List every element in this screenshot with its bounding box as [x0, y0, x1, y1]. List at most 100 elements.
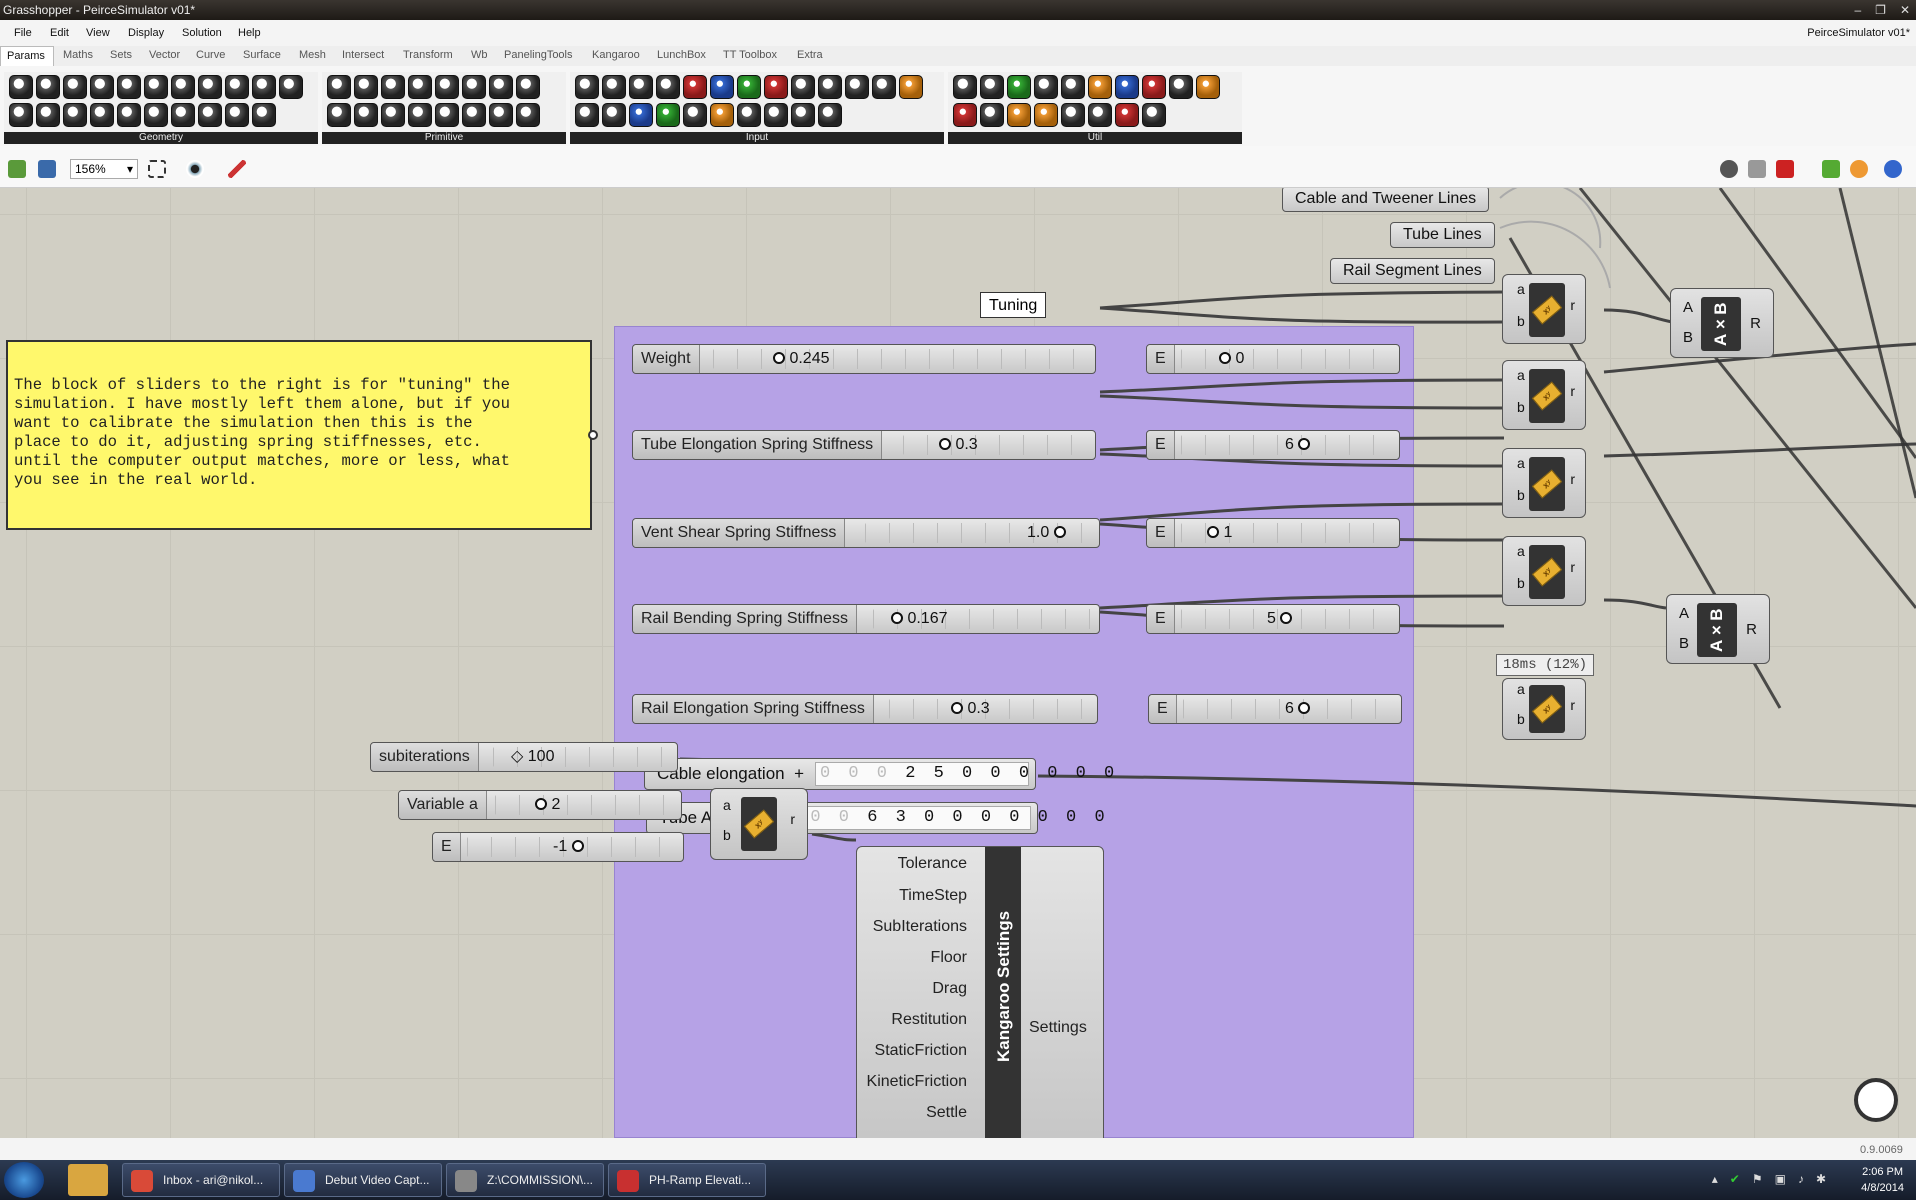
show-hidden-icon[interactable]: ▴ [1712, 1172, 1718, 1186]
tab-tt-toolbox[interactable]: TT Toolbox [723, 49, 777, 61]
zoom-dropdown[interactable]: 156% ▾ [70, 159, 138, 179]
atom-data-icon[interactable] [872, 75, 896, 99]
loop-icon[interactable] [225, 103, 249, 127]
slider-rail-elongation[interactable]: Rail Elongation Spring Stiffness 0.3 [632, 694, 1098, 724]
slider-tube-elongation[interactable]: Tube Elongation Spring Stiffness 0.3 [632, 430, 1096, 460]
zoom-extents-icon[interactable] [148, 160, 166, 178]
param-rail-segment-lines[interactable]: Rail Segment Lines [1330, 258, 1495, 284]
tab-lunchbox[interactable]: LunchBox [657, 49, 706, 61]
custom-preview-icon[interactable] [1142, 75, 1166, 99]
geometry-icon[interactable] [9, 75, 33, 99]
data-dam-icon[interactable] [980, 75, 1004, 99]
shaded-preview-icon[interactable] [1776, 160, 1794, 178]
group-icon[interactable] [36, 103, 60, 127]
taskbar-item-rhino[interactable]: Z:\COMMISSION\... [446, 1163, 604, 1197]
md-slider-icon[interactable] [899, 75, 923, 99]
panel-icon[interactable] [602, 75, 626, 99]
shp-icon[interactable] [818, 103, 842, 127]
power-component[interactable]: a b xʸ r [1502, 536, 1586, 606]
tab-kangaroo[interactable]: Kangaroo [592, 49, 640, 61]
number-icon[interactable] [327, 103, 351, 127]
input-settle[interactable]: Settle [926, 1104, 967, 1122]
input-subiterations[interactable]: SubIterations [873, 918, 967, 936]
circle-icon[interactable] [36, 75, 60, 99]
taskbar-item-pdf[interactable]: PH-Ramp Elevati... [608, 1163, 766, 1197]
param-cable-tweener-lines[interactable]: Cable and Tweener Lines [1282, 188, 1490, 212]
text-icon[interactable] [354, 103, 378, 127]
slider-icon[interactable] [629, 75, 653, 99]
tab-wb[interactable]: Wb [471, 49, 488, 61]
vector-icon[interactable] [9, 103, 33, 127]
boolean-icon[interactable] [327, 75, 351, 99]
tab-transform[interactable]: Transform [403, 49, 453, 61]
input-tolerance[interactable]: Tolerance [898, 855, 967, 873]
quick-graph-icon[interactable] [1034, 103, 1058, 127]
panel-output-port[interactable] [588, 430, 598, 440]
data-recorder-icon[interactable] [1196, 75, 1220, 99]
tab-surface[interactable]: Surface [243, 49, 281, 61]
guid-icon[interactable] [435, 103, 459, 127]
slider-weight[interactable]: Weight 0.245 [632, 344, 1096, 374]
volume-icon[interactable]: ♪ [1798, 1172, 1804, 1186]
legend-icon[interactable] [1088, 75, 1112, 99]
text-tag-icon[interactable] [1061, 103, 1085, 127]
slider-knob-icon[interactable] [535, 798, 547, 810]
gradient-icon[interactable] [683, 75, 707, 99]
brep-icon[interactable] [117, 75, 141, 99]
hoopsnake-icon[interactable] [1034, 75, 1058, 99]
slider-knob-icon[interactable] [1298, 702, 1311, 714]
calendar-icon[interactable] [710, 75, 734, 99]
flag-icon[interactable]: ⚑ [1752, 1172, 1763, 1186]
plane-icon[interactable] [252, 75, 276, 99]
curve-icon[interactable] [198, 75, 222, 99]
menu-display[interactable]: Display [128, 27, 164, 39]
rectangle-icon[interactable] [171, 103, 195, 127]
slider-track[interactable] [1181, 349, 1393, 369]
menu-edit[interactable]: Edit [50, 27, 69, 39]
img-icon[interactable] [791, 103, 815, 127]
file-explorer-icon[interactable] [68, 1164, 108, 1196]
slider-knob-icon[interactable] [773, 352, 785, 364]
shader-icon[interactable] [489, 75, 513, 99]
kangaroo-settings-component[interactable]: Tolerance TimeStep SubIterations Floor D… [856, 846, 1104, 1138]
taskbar-item-debut[interactable]: Debut Video Capt... [284, 1163, 442, 1197]
grasshopper-canvas[interactable]: Tuning The block of sliders to the right… [0, 188, 1916, 1138]
data-icon[interactable] [516, 103, 540, 127]
digit-scroller-tube-angle[interactable]: Tube Angle + 0 0 0 6 3 0 0 0 0 0 0 0 [646, 802, 1105, 834]
input-restitution[interactable]: Restitution [891, 1011, 967, 1029]
slider-vent-shear[interactable]: Vent Shear Spring Stiffness 1.0 [632, 518, 1100, 548]
colour-wheel-icon[interactable] [764, 75, 788, 99]
scribble-icon[interactable] [1007, 103, 1031, 127]
exponent-slider-lower[interactable]: E -1 [432, 832, 684, 862]
slider-knob-icon[interactable] [951, 702, 963, 714]
value-list-icon[interactable] [602, 103, 626, 127]
wireframe-preview-icon[interactable] [1748, 160, 1766, 178]
document-preview-icon[interactable] [1884, 160, 1902, 178]
exponent-slider-3[interactable]: E 1 [1146, 518, 1400, 548]
annotation-panel[interactable]: The block of sliders to the right is for… [6, 340, 592, 530]
power-component-lower[interactable]: a b xʸ r [710, 788, 808, 860]
complex-icon[interactable] [381, 75, 405, 99]
twisted-box-icon[interactable] [144, 103, 168, 127]
integer-icon[interactable] [354, 75, 378, 99]
exponent-slider-4[interactable]: E 5 [1146, 604, 1400, 634]
preview-icon[interactable] [1115, 75, 1139, 99]
check-icon[interactable]: ✔ [1730, 1172, 1740, 1186]
slider-knob-icon[interactable] [939, 438, 951, 450]
tab-mesh[interactable]: Mesh [299, 49, 326, 61]
preview-mesh-icon[interactable] [1850, 160, 1868, 178]
slider-track[interactable] [889, 699, 1091, 719]
slider-track[interactable] [713, 349, 1089, 369]
multiplication-component[interactable]: A B A×B R [1666, 594, 1770, 664]
flask-icon[interactable] [1115, 103, 1139, 127]
slider-knob-icon[interactable] [891, 612, 903, 624]
ring-icon[interactable] [1088, 103, 1112, 127]
menu-view[interactable]: View [86, 27, 110, 39]
diamond-knob-icon[interactable]: ◇ [511, 748, 523, 765]
slider-knob-icon[interactable] [1219, 352, 1231, 364]
domain2-icon[interactable] [435, 75, 459, 99]
digit-scroller-icon[interactable] [656, 103, 680, 127]
selected-preview-icon[interactable] [1822, 160, 1840, 178]
menu-solution[interactable]: Solution [182, 27, 222, 39]
slider-track[interactable] [495, 795, 675, 815]
